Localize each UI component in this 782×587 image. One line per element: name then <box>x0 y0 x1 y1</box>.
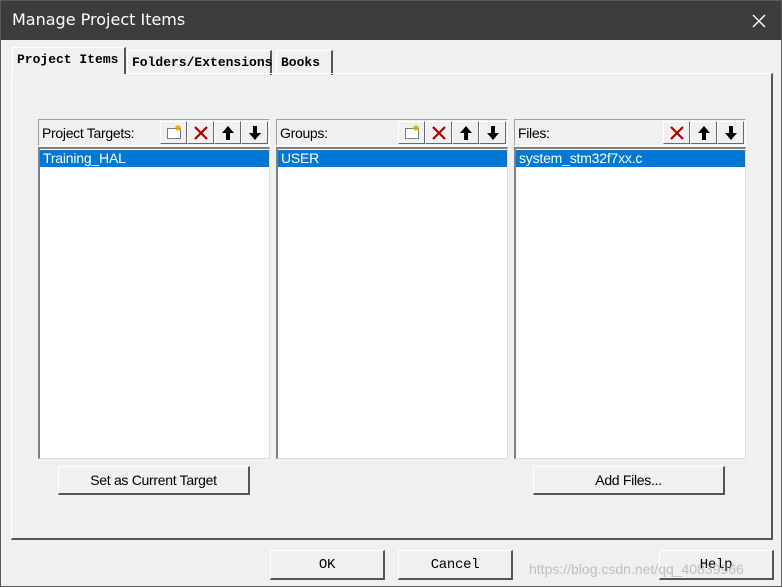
close-button[interactable] <box>737 1 781 40</box>
tab-panel-project-items <box>11 73 773 540</box>
manage-project-items-dialog: Manage Project Items Project Items Folde… <box>0 0 782 587</box>
window-title: Manage Project Items <box>12 10 186 29</box>
tab-folders-extensions[interactable]: Folders/Extensions <box>127 50 272 75</box>
tab-project-items[interactable]: Project Items <box>12 47 126 74</box>
tab-books[interactable]: Books <box>276 50 333 75</box>
ok-button[interactable]: OK <box>270 550 385 580</box>
watermark: https://blog.csdn.net/qq_40839966 <box>529 561 744 577</box>
close-icon <box>752 14 766 28</box>
cancel-button[interactable]: Cancel <box>398 550 513 580</box>
title-bar: Manage Project Items <box>1 1 781 40</box>
